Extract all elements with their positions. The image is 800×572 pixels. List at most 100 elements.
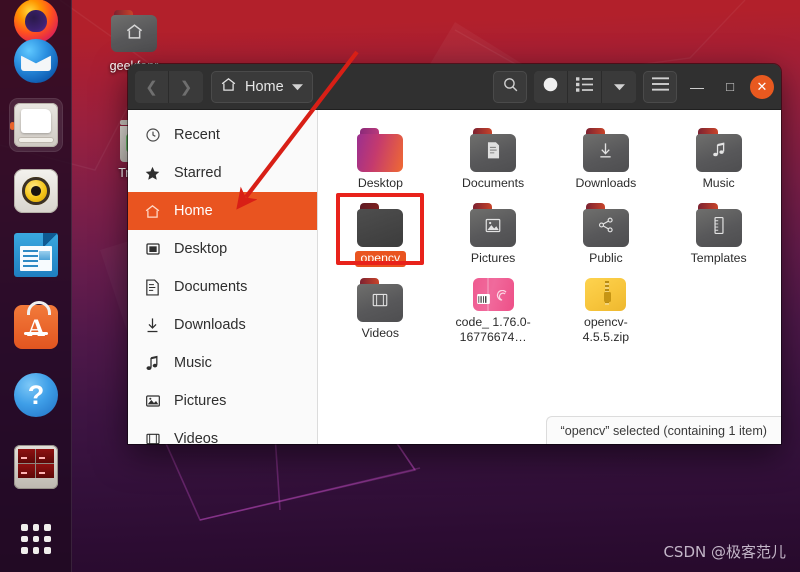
sidebar-item-downloads[interactable]: Downloads [128, 306, 317, 344]
navigation-buttons[interactable]: ❮ ❯ [135, 70, 203, 103]
file-item-documents[interactable]: Documents [437, 120, 550, 195]
file-label-selected: opencv [354, 251, 407, 267]
file-label: code_ 1.76.0-16776674… [455, 315, 531, 344]
view-mode-buttons[interactable] [534, 70, 636, 103]
folder-documents-icon [470, 128, 517, 172]
files-icon [14, 103, 58, 147]
dock-item-rhythmbox[interactable] [9, 164, 63, 218]
grid-view-button[interactable] [534, 70, 568, 103]
dock-item-terminal[interactable] [9, 440, 63, 494]
dock-item-libreoffice-writer[interactable] [9, 228, 63, 282]
chevron-down-icon [613, 78, 625, 95]
file-grid[interactable]: Desktop Documents Downloads Music opencv… [318, 110, 781, 345]
ruler-icon [696, 203, 742, 247]
thunderbird-icon [14, 39, 58, 83]
dock-item-show-applications[interactable] [9, 512, 63, 566]
clock-icon [144, 127, 161, 144]
file-item-desktop[interactable]: Desktop [324, 120, 437, 195]
software-letter-a: A [26, 315, 46, 343]
film-icon [357, 278, 403, 322]
document-lines-glyph [22, 249, 38, 268]
desktop-icon [144, 241, 161, 258]
music-icon [696, 128, 742, 172]
apps-grid-icon [21, 524, 51, 554]
sidebar-item-documents[interactable]: Documents [128, 268, 317, 306]
file-item-opencv-zip[interactable]: opencv-4.5.5.zip [550, 270, 663, 345]
sidebar-item-recent[interactable]: Recent [128, 116, 317, 154]
window-headerbar[interactable]: ❮ ❯ Home — □ ✕ [128, 64, 781, 110]
minimize-button[interactable]: — [684, 74, 710, 100]
image-icon [144, 393, 161, 410]
download-icon [583, 128, 629, 172]
folder-desktop-icon [357, 128, 404, 172]
main-menu-button[interactable] [643, 70, 677, 103]
dock-item-thunderbird[interactable] [9, 34, 63, 88]
ubuntu-dock[interactable]: A [0, 0, 72, 572]
chevron-down-icon[interactable] [291, 78, 303, 96]
list-view-button[interactable] [568, 70, 602, 103]
file-item-templates[interactable]: Templates [662, 195, 775, 270]
maximize-button[interactable]: □ [717, 74, 743, 100]
search-icon [502, 76, 519, 98]
status-bar: “opencv” selected (containing 1 item) [545, 416, 781, 444]
search-button[interactable] [493, 70, 527, 103]
folder-public-icon [582, 203, 629, 247]
sidebar-item-label: Desktop [174, 241, 228, 257]
folder-opencv-icon [357, 203, 404, 247]
path-breadcrumb-home[interactable]: Home [211, 70, 313, 103]
help-icon [14, 373, 58, 417]
document-icon [470, 128, 516, 172]
close-button[interactable]: ✕ [750, 74, 774, 99]
software-bar [23, 331, 49, 335]
sidebar-item-music[interactable]: Music [128, 344, 317, 382]
terminal-icon [14, 445, 58, 489]
list-view-icon [576, 77, 593, 96]
sidebar-item-videos[interactable]: Videos [128, 420, 317, 444]
view-options-dropdown[interactable] [602, 70, 636, 103]
sidebar-item-label: Documents [174, 279, 248, 295]
file-item-public[interactable]: Public [550, 195, 663, 270]
sidebar-item-starred[interactable]: Starred [128, 154, 317, 192]
sidebar-item-label: Music [174, 355, 212, 371]
file-manager-window[interactable]: ❮ ❯ Home — □ ✕ Recent Starred Home Deskt… [128, 64, 781, 444]
music-icon [144, 355, 161, 372]
status-text: “opencv” selected (containing 1 item) [560, 423, 768, 438]
deb-package-icon [472, 278, 514, 311]
file-item-downloads[interactable]: Downloads [550, 120, 663, 195]
headerbar-right-controls[interactable]: — □ ✕ [493, 70, 774, 103]
dock-item-files[interactable] [9, 98, 63, 152]
file-label: Templates [690, 251, 747, 265]
rhythmbox-icon [14, 169, 58, 213]
file-label: Desktop [357, 176, 403, 190]
file-item-opencv[interactable]: opencv [324, 195, 437, 270]
folder-templates-icon [695, 203, 742, 247]
file-label: Downloads [575, 176, 637, 190]
file-label: Documents [462, 176, 525, 190]
sidebar-item-pictures[interactable]: Pictures [128, 382, 317, 420]
sidebar-item-label: Recent [174, 127, 220, 143]
file-label: Music [702, 176, 735, 190]
file-label: opencv-4.5.5.zip [582, 315, 630, 344]
folder-downloads-icon [582, 128, 629, 172]
forward-button[interactable]: ❯ [169, 70, 203, 103]
file-item-pictures[interactable]: Pictures [437, 195, 550, 270]
sidebar-item-desktop[interactable]: Desktop [128, 230, 317, 268]
sidebar-item-label: Home [174, 203, 213, 219]
file-item-videos[interactable]: Videos [324, 270, 437, 345]
sidebar-item-label: Starred [174, 165, 222, 181]
libreoffice-writer-icon [14, 233, 58, 277]
dock-item-help[interactable] [9, 368, 63, 422]
file-item-code-deb[interactable]: code_ 1.76.0-16776674… [437, 270, 550, 345]
dock-item-ubuntu-software[interactable]: A [9, 300, 63, 354]
file-label: Videos [361, 326, 400, 340]
sidebar-item-label: Videos [174, 431, 219, 444]
sidebar-item-label: Pictures [174, 393, 227, 409]
file-label: Pictures [470, 251, 516, 265]
file-list-view[interactable]: Desktop Documents Downloads Music opencv… [318, 110, 781, 444]
home-glyph [111, 10, 157, 52]
file-item-music[interactable]: Music [662, 120, 775, 195]
sidebar-item-home[interactable]: Home [128, 192, 317, 230]
file-label: Public [589, 251, 623, 265]
places-sidebar[interactable]: Recent Starred Home Desktop Documents Do… [128, 110, 318, 444]
back-button[interactable]: ❮ [135, 70, 169, 103]
